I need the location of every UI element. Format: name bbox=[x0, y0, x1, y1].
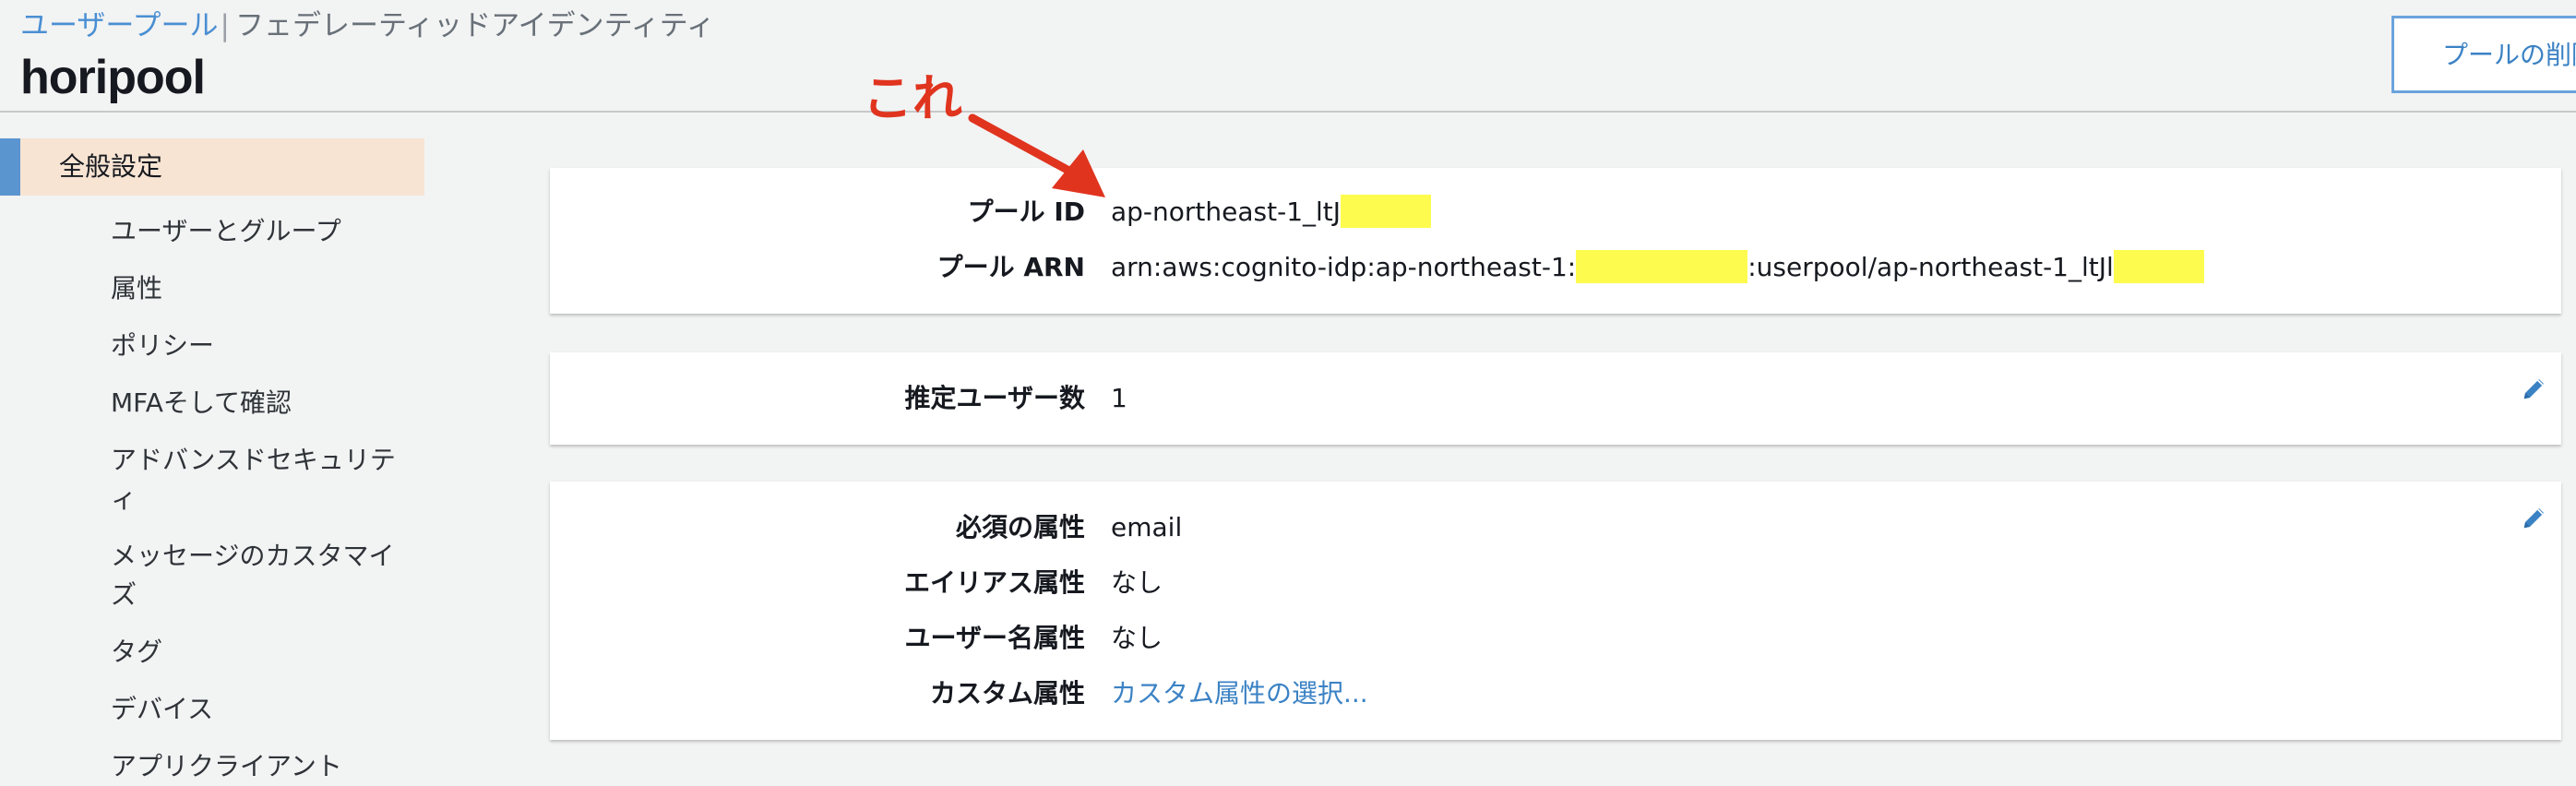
breadcrumb-federated-identities-link[interactable]: フェデレーティッドアイデンティティ bbox=[235, 9, 715, 42]
pencil-icon[interactable] bbox=[2521, 504, 2548, 531]
pool-arn-value: arn:aws:cognito-idp:ap-northeast-1::user… bbox=[1111, 249, 2204, 286]
pencil-icon[interactable] bbox=[2521, 375, 2548, 402]
redacted-highlight bbox=[1576, 250, 1748, 283]
page-title: horipool bbox=[20, 51, 206, 104]
required-attributes-label: 必須の属性 bbox=[955, 512, 1085, 542]
sidebar-item-users-groups[interactable]: ユーザーとグループ bbox=[111, 212, 406, 251]
delete-pool-button[interactable]: プールの削除 bbox=[2391, 16, 2576, 93]
sidebar-item-app-clients[interactable]: アプリクライアント bbox=[111, 747, 406, 786]
sidebar-item-message-customization[interactable]: メッセージのカスタマイズ bbox=[111, 537, 406, 614]
sidebar-item-attributes[interactable]: 属性 bbox=[111, 269, 406, 308]
sidebar-item-devices[interactable]: デバイス bbox=[111, 690, 406, 729]
sidebar-item-general-settings[interactable]: 全般設定 bbox=[0, 138, 424, 196]
pool-info-card: プール ID ap-northeast-1_ltJ プール ARN arn:aw… bbox=[550, 168, 2561, 314]
top-header: ユーザープール| フェデレーティッドアイデンティティ horipool プールの削… bbox=[0, 0, 2576, 113]
redacted-highlight bbox=[1341, 195, 1432, 228]
sidebar-item-policies[interactable]: ポリシー bbox=[111, 327, 406, 365]
annotation-arrow-icon bbox=[968, 113, 1105, 197]
estimated-users-value: 1 bbox=[1111, 383, 1127, 413]
required-attributes-value: email bbox=[1111, 512, 1183, 542]
username-attributes-value: なし bbox=[1111, 623, 1163, 653]
alias-attributes-label: エイリアス属性 bbox=[903, 567, 1085, 598]
custom-attributes-label: カスタム属性 bbox=[929, 678, 1085, 709]
breadcrumb-separator: | bbox=[220, 9, 230, 42]
sidebar-item-advanced-security[interactable]: アドバンスドセキュリティ bbox=[111, 441, 406, 518]
estimated-users-label: 推定ユーザー数 bbox=[904, 383, 1085, 413]
estimated-users-card: 推定ユーザー数 1 bbox=[550, 352, 2561, 445]
breadcrumb: ユーザープール| フェデレーティッドアイデンティティ bbox=[20, 7, 715, 44]
breadcrumb-user-pools-link[interactable]: ユーザープール bbox=[20, 9, 219, 42]
attributes-card: 必須の属性 email エイリアス属性 なし ユーザー名属性 なし カスタム属性… bbox=[550, 482, 2561, 740]
sidebar-item-tags[interactable]: タグ bbox=[111, 633, 406, 672]
pool-id-value: ap-northeast-1_ltJ bbox=[1111, 194, 1432, 231]
pool-arn-label: プール ARN bbox=[936, 252, 1085, 282]
alias-attributes-value: なし bbox=[1111, 567, 1163, 598]
sidebar-item-mfa-verification[interactable]: MFAそして確認 bbox=[111, 384, 406, 423]
select-custom-attributes-link[interactable]: カスタム属性の選択... bbox=[1111, 675, 1368, 712]
username-attributes-label: ユーザー名属性 bbox=[904, 623, 1085, 653]
annotation-label: これ bbox=[863, 69, 962, 127]
redacted-highlight bbox=[2113, 250, 2204, 283]
